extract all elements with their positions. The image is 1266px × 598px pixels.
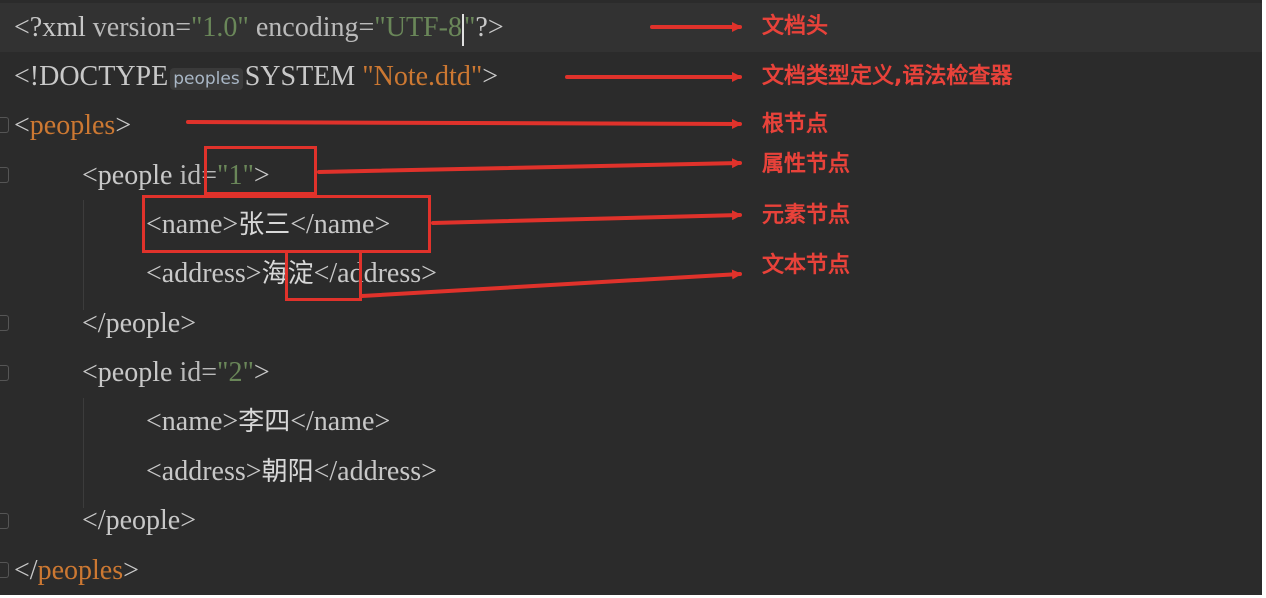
label-doctype: 文档类型定义,语法检查器 <box>762 64 1013 89</box>
label-root-node: 根节点 <box>762 112 829 137</box>
label-text-node: 文本节点 <box>762 253 851 278</box>
arrow-text-node <box>360 269 742 298</box>
code-editor[interactable]: <?xml version="1.0" encoding="UTF-8"?> <… <box>0 0 1262 595</box>
label-attribute-node: 属性节点 <box>762 152 851 177</box>
arrow-root-node <box>186 118 742 129</box>
label-element-node: 元素节点 <box>762 203 851 228</box>
arrow-element-node <box>431 210 742 225</box>
label-doc-header: 文档头 <box>762 14 829 39</box>
arrow-attribute-node <box>317 158 742 174</box>
annotation-arrows <box>186 22 742 298</box>
